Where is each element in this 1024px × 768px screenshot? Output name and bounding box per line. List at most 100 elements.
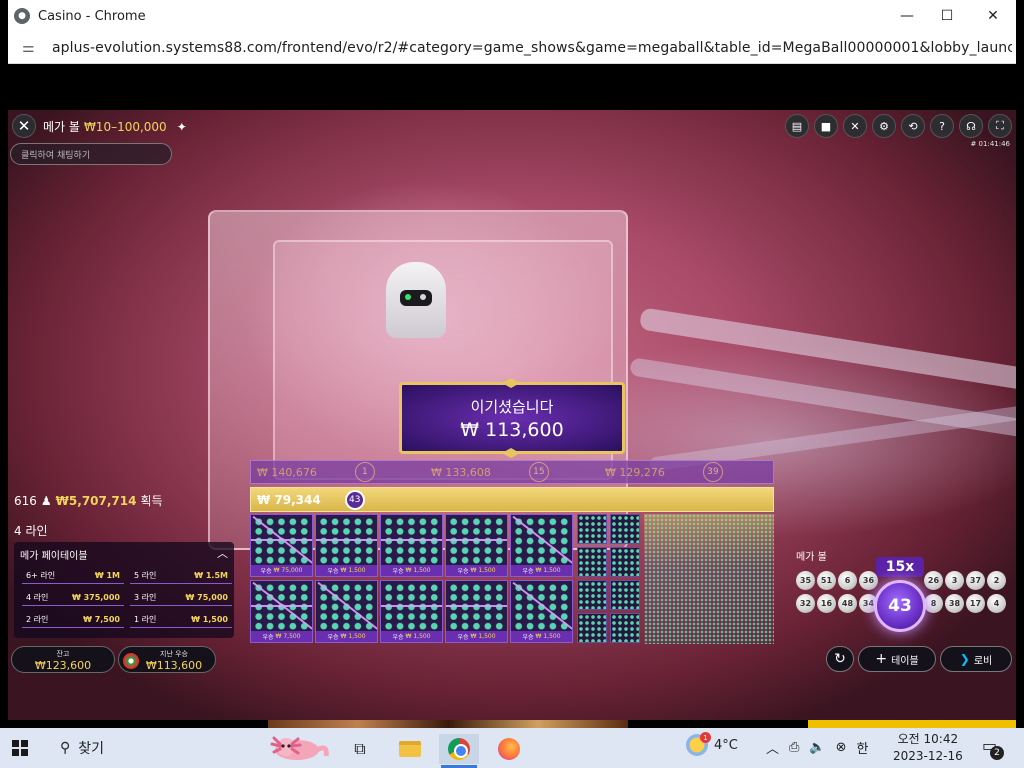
win-summary-amount: ₩ 133,608 — [431, 465, 491, 479]
notification-button[interactable]: ▭ 2 — [982, 736, 1004, 760]
drawn-ball: 4 — [987, 594, 1006, 613]
table-button[interactable]: + 테이블 — [858, 646, 936, 672]
maximize-button[interactable]: ☐ — [924, 0, 970, 32]
card-prize: 우승 ₩ 1,500 — [446, 565, 507, 576]
card-prize: 우승 ₩ 1,500 — [446, 631, 507, 642]
clock[interactable]: 오전 10:42 2023-12-16 — [893, 731, 963, 765]
site-settings-icon[interactable]: ⚌ — [22, 40, 40, 56]
replay-button[interactable]: ↻ — [826, 646, 854, 672]
start-button[interactable] — [0, 728, 40, 768]
bingo-card[interactable]: 우승 ₩ 1,500 — [380, 580, 443, 643]
history-icon[interactable]: ⟲ — [901, 114, 925, 138]
x-icon[interactable]: ⊗ — [836, 740, 847, 755]
close-game-button[interactable]: ✕ — [12, 114, 36, 138]
mini-card[interactable] — [610, 514, 640, 544]
balance-label: 잔고 — [56, 650, 70, 658]
bingo-card[interactable]: 우승 ₩ 1,500 — [510, 514, 573, 577]
support-icon[interactable]: ☊ — [959, 114, 983, 138]
bingo-card[interactable]: 우승 ₩ 1,500 — [445, 514, 508, 577]
paytable-row: 4 라인 ₩ 375,000 — [22, 590, 124, 606]
mini-card[interactable] — [577, 547, 607, 577]
paytable-row: 1 라인 ₩ 1,500 — [130, 612, 232, 628]
drawn-ball: 35 — [796, 571, 815, 590]
drawn-ball: 8 — [924, 594, 943, 613]
bingo-card[interactable]: 우승 ₩ 1,500 — [315, 514, 378, 577]
bingo-card[interactable]: 우승 ₩ 75,000 — [250, 514, 313, 577]
bingo-card[interactable]: 우승 ₩ 1,500 — [510, 580, 573, 643]
drawn-ball: 2 — [987, 571, 1006, 590]
drawn-ball: 51 — [817, 571, 836, 590]
globe-icon: ● — [14, 8, 30, 24]
chrome-taskbar-button[interactable] — [439, 734, 479, 764]
ime-indicator[interactable]: 한 — [857, 738, 869, 757]
bingo-card[interactable]: 우승 ₩ 1,500 — [380, 514, 443, 577]
network-icon[interactable]: ⎙ — [789, 740, 799, 755]
bingo-card[interactable]: 우승 ₩ 7,500 — [250, 580, 313, 643]
round-id: # 01:41:46 — [970, 140, 1010, 148]
close-window-button[interactable]: ✕ — [970, 0, 1016, 32]
chevron-right-icon: ❯ — [959, 652, 970, 666]
url-text[interactable]: aplus-evolution.systems88.com/frontend/e… — [52, 40, 1012, 56]
show-hidden-icons-icon[interactable]: ︿ — [766, 738, 779, 757]
chat-icon[interactable]: ▤ — [785, 114, 809, 138]
axolotl-icon[interactable] — [262, 730, 332, 766]
drawn-ball: 3 — [945, 571, 964, 590]
task-view-icon: ⧉ — [354, 739, 366, 758]
drawn-ball: 6 — [838, 571, 857, 590]
drawn-ball: 48 — [838, 594, 857, 613]
plus-icon: + — [875, 651, 888, 667]
more-cards-highlight — [644, 514, 774, 644]
chip-icon — [123, 653, 139, 669]
win-summary-cell: ₩ 140,676 1 — [251, 461, 425, 483]
help-icon[interactable]: ? — [930, 114, 954, 138]
taskbar-search[interactable]: ⚲ 찾기 — [40, 728, 260, 768]
mini-card[interactable] — [577, 580, 607, 610]
bingo-card[interactable]: 우승 ₩ 1,500 — [315, 580, 378, 643]
mini-card[interactable] — [577, 514, 607, 544]
mini-card[interactable] — [610, 580, 640, 610]
file-explorer-button[interactable] — [390, 734, 430, 764]
firefox-taskbar-button[interactable] — [489, 734, 529, 764]
bingo-card[interactable]: 우승 ₩ 1,500 — [445, 580, 508, 643]
mini-card[interactable] — [610, 547, 640, 577]
fullscreen-icon[interactable]: ⛶ — [988, 114, 1012, 138]
desktop-edge-left — [0, 0, 8, 728]
mini-card[interactable] — [577, 613, 607, 643]
chat-input[interactable]: 클릭하여 채팅하기 — [10, 143, 172, 165]
robot-eyes — [400, 290, 432, 306]
paytable-row: 5 라인 ₩ 1.5M — [130, 568, 232, 584]
drawn-ball: 17 — [966, 594, 985, 613]
favorite-icon[interactable]: ✦ — [177, 120, 187, 134]
game-viewport: ✕ 메가 볼 ₩10–100,000 ✦ 클릭하여 채팅하기 ▤ ■ ✕ ⚙ ⟲? ☊ ⛶ … — [8, 110, 1016, 720]
game-name: 메가 볼 — [43, 120, 80, 134]
clock-time: 오전 10:42 — [897, 732, 959, 746]
megaball-multiplier: 15x — [876, 557, 924, 577]
drawn-ball: 32 — [796, 594, 815, 613]
mute-icon[interactable]: ✕ — [843, 114, 867, 138]
top-toolbar: ▤ ■ ✕ ⚙ ⟲? ☊ ⛶ — [785, 114, 1012, 138]
settings-icon[interactable]: ⚙ — [872, 114, 896, 138]
ball-number: 39 — [702, 462, 723, 482]
lines-count: 4 라인 — [14, 524, 48, 538]
address-bar[interactable]: ⚌ aplus-evolution.systems88.com/frontend… — [8, 32, 1016, 64]
win-summary-cell: ₩ 129,276 39 — [599, 461, 773, 483]
total-won-suffix: 획득 — [140, 494, 163, 508]
video-icon[interactable]: ■ — [814, 114, 838, 138]
win-summary-cell: ₩ 133,608 15 — [425, 461, 599, 483]
total-won: ₩5,707,714 — [55, 493, 137, 508]
chevron-up-icon[interactable]: ︿ — [217, 545, 228, 561]
task-view-button[interactable]: ⧉ — [340, 734, 380, 764]
paytable-panel: 메가 페이테이블 ︿ 6+ 라인 ₩ 1M 5 라인 ₩ 1.5M 4 라인 ₩ 37… — [14, 542, 234, 638]
weather-widget[interactable]: 1 4°C — [686, 732, 738, 756]
last-win-box: 지난 우승 ₩113,600 — [118, 646, 216, 673]
letterbox-top — [8, 64, 1016, 110]
chrome-icon — [448, 738, 470, 760]
mini-card[interactable] — [610, 613, 640, 643]
ball-number: 1 — [354, 462, 375, 482]
card-prize: 우승 ₩ 1,500 — [381, 631, 442, 642]
card-prize: 우승 ₩ 1,500 — [511, 631, 572, 642]
drawn-ball: 38 — [945, 594, 964, 613]
volume-icon[interactable]: 🔈 — [809, 740, 825, 755]
lobby-button[interactable]: ❯ 로비 — [940, 646, 1012, 672]
paytable-row: 3 라인 ₩ 75,000 — [130, 590, 232, 606]
